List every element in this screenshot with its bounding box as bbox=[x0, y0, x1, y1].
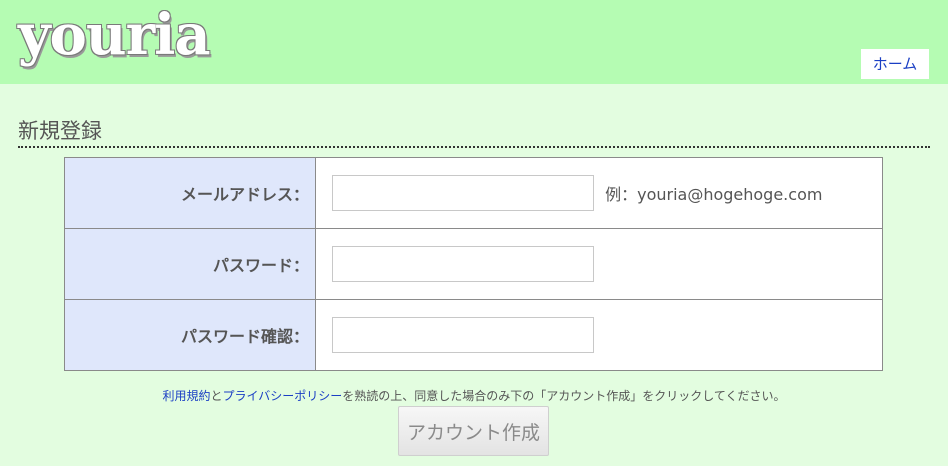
email-row: メールアドレス： 例：youria@hogehoge.com bbox=[64, 157, 883, 229]
email-label: メールアドレス： bbox=[64, 157, 316, 229]
site-header: youria ホーム bbox=[0, 0, 948, 84]
terms-notice: 利用規約とプライバシーポリシーを熟読の上、同意した場合のみ下の「アカウント作成」… bbox=[0, 387, 948, 404]
registration-form: メールアドレス： 例：youria@hogehoge.com パスワード： パス… bbox=[64, 157, 883, 371]
site-logo[interactable]: youria bbox=[18, 2, 211, 68]
create-account-button[interactable]: アカウント作成 bbox=[398, 406, 549, 456]
email-hint: 例：youria@hogehoge.com bbox=[605, 185, 823, 204]
password-confirm-field[interactable] bbox=[332, 317, 594, 353]
password-field[interactable] bbox=[332, 246, 594, 282]
password-confirm-row: パスワード確認： bbox=[64, 299, 883, 371]
password-label: パスワード： bbox=[64, 228, 316, 300]
home-link[interactable]: ホーム bbox=[861, 49, 929, 79]
notice-text: を熟読の上、同意した場合のみ下の「アカウント作成」をクリックしてください。 bbox=[342, 389, 786, 403]
page-title: 新規登録 bbox=[18, 116, 930, 148]
terms-link[interactable]: 利用規約 bbox=[162, 389, 210, 403]
password-confirm-label: パスワード確認： bbox=[64, 299, 316, 371]
privacy-policy-link[interactable]: プライバシーポリシー bbox=[222, 389, 342, 403]
notice-and: と bbox=[210, 389, 223, 403]
password-row: パスワード： bbox=[64, 228, 883, 300]
email-field[interactable] bbox=[332, 175, 594, 211]
